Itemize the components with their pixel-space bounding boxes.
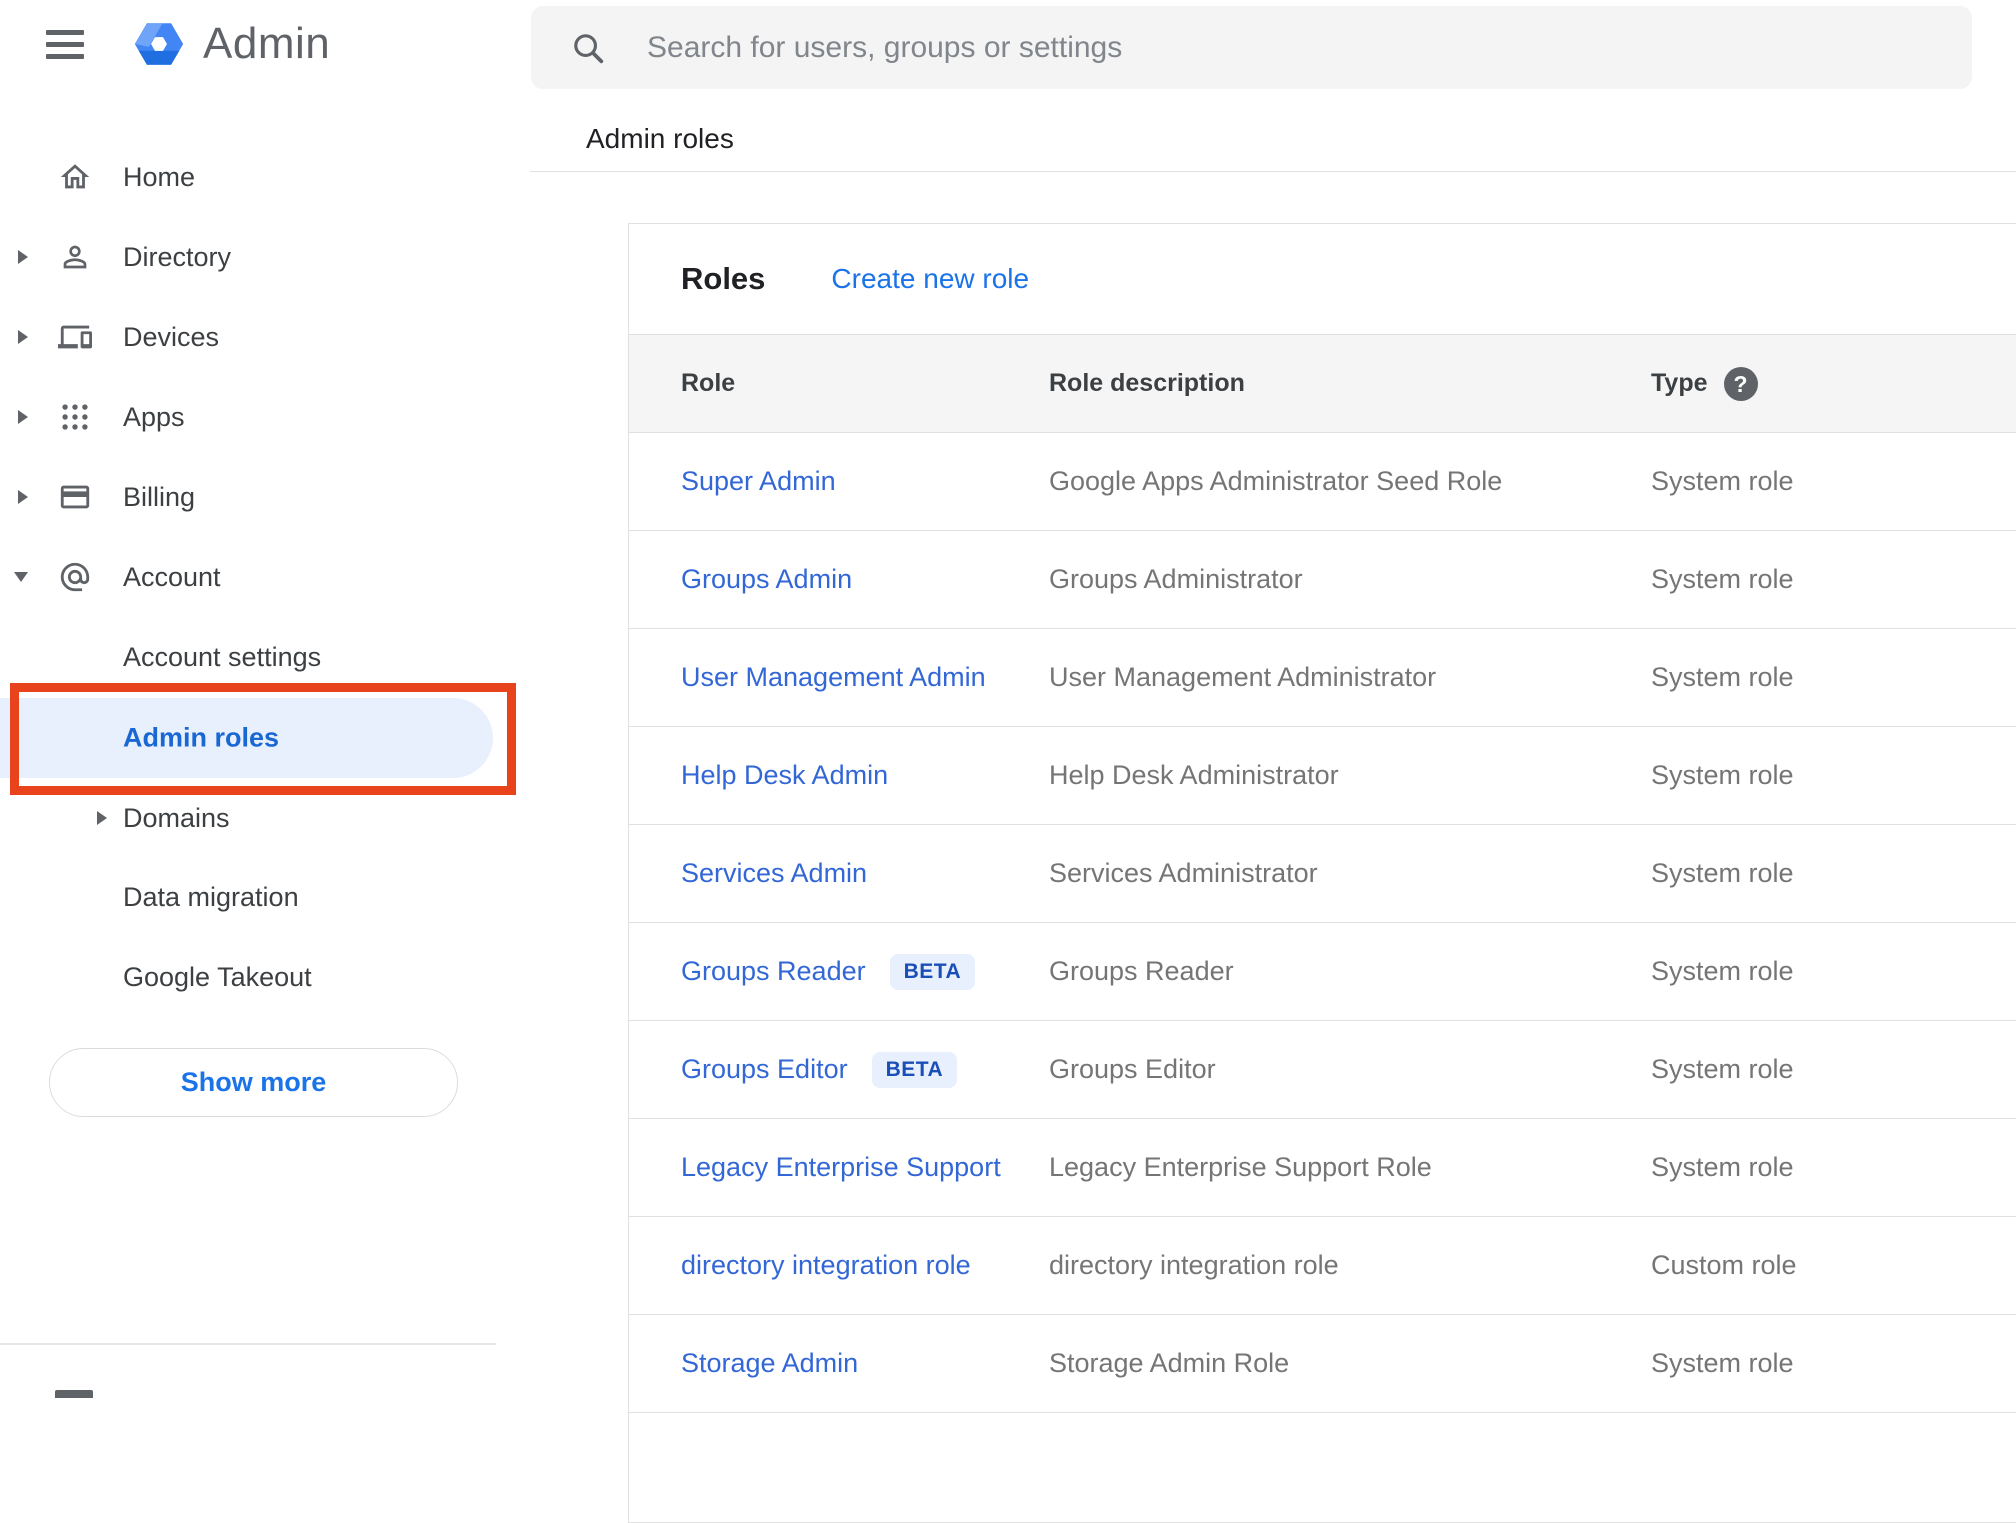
- devices-icon: [58, 320, 92, 354]
- help-icon[interactable]: ?: [1723, 366, 1758, 401]
- expand-arrow-icon[interactable]: [18, 490, 28, 504]
- role-type: System role: [1651, 1152, 1794, 1182]
- sidebar-item-account[interactable]: Account: [0, 537, 530, 617]
- sidebar-item-directory[interactable]: Directory: [0, 217, 530, 297]
- column-header-description: Role description: [1049, 369, 1245, 397]
- table-row: Groups Reader BETA Groups Reader System r…: [629, 923, 2016, 1021]
- role-description: Services Administrator: [1049, 858, 1318, 888]
- role-link[interactable]: directory integration role: [681, 1250, 971, 1280]
- role-description: Groups Administrator: [1049, 564, 1303, 594]
- panel-title: Roles: [681, 261, 766, 296]
- at-sign-icon: [58, 560, 92, 594]
- sidebar-item-label: Google Takeout: [123, 961, 312, 992]
- column-header-role: Role: [681, 369, 736, 397]
- role-type: Custom role: [1651, 1250, 1797, 1280]
- role-link[interactable]: Groups Reader: [681, 956, 866, 986]
- role-type: System role: [1651, 1054, 1794, 1084]
- search-bar[interactable]: [531, 6, 1972, 89]
- table-row: Help Desk Admin Help Desk Administrator …: [629, 727, 2016, 825]
- beta-badge: BETA: [871, 1051, 958, 1088]
- sidebar-item-google-takeout[interactable]: Google Takeout: [0, 937, 530, 1017]
- role-type: System role: [1651, 956, 1794, 986]
- admin-logo-icon: [134, 23, 184, 65]
- sidebar-item-domains[interactable]: Domains: [0, 778, 530, 858]
- sidebar-item-account-settings[interactable]: Account settings: [0, 617, 530, 697]
- table-row: Super Admin Google Apps Administrator Se…: [629, 433, 2016, 531]
- role-type: System role: [1651, 858, 1794, 888]
- search-input[interactable]: [647, 30, 1927, 65]
- table-row: Storage Admin Storage Admin Role System …: [629, 1315, 2016, 1413]
- role-link[interactable]: Legacy Enterprise Support: [681, 1152, 1001, 1182]
- table-row: directory integration role directory int…: [629, 1217, 2016, 1315]
- sidebar-item-label: Admin roles: [123, 722, 280, 753]
- collapse-arrow-icon[interactable]: [14, 572, 28, 582]
- create-new-role-link[interactable]: Create new role: [831, 263, 1029, 295]
- apps-grid-icon: [58, 400, 92, 434]
- sidebar-item-home[interactable]: Home: [0, 137, 530, 217]
- roles-panel-header: Roles Create new role: [629, 224, 2016, 334]
- main-content: Admin roles Roles Create new role Role R…: [530, 0, 2016, 1523]
- role-link[interactable]: Services Admin: [681, 858, 867, 888]
- show-more-button[interactable]: Show more: [49, 1048, 458, 1117]
- sidebar: Admin Home Directory Devices Apps Billin…: [0, 0, 530, 1398]
- role-link[interactable]: Help Desk Admin: [681, 760, 888, 790]
- table-row: Services Admin Services Administrator Sy…: [629, 825, 2016, 923]
- header-divider: [530, 171, 2016, 172]
- sidebar-item-label: Apps: [123, 401, 185, 432]
- role-description: Google Apps Administrator Seed Role: [1049, 466, 1503, 496]
- column-header-type: Type: [1651, 369, 1708, 397]
- breadcrumb: Admin roles: [586, 123, 734, 154]
- role-description: Help Desk Administrator: [1049, 760, 1339, 790]
- table-row: Legacy Enterprise Support Legacy Enterpr…: [629, 1119, 2016, 1217]
- beta-badge: BETA: [889, 953, 976, 990]
- table-row: Groups Admin Groups Administrator System…: [629, 531, 2016, 629]
- role-description: User Management Administrator: [1049, 662, 1437, 692]
- sidebar-item-label: Domains: [123, 802, 230, 833]
- sidebar-item-apps[interactable]: Apps: [0, 377, 530, 457]
- role-type: System role: [1651, 564, 1794, 594]
- role-description: directory integration role: [1049, 1250, 1339, 1280]
- partial-bottom-icon: [55, 1390, 93, 1398]
- sidebar-item-label: Devices: [123, 321, 220, 352]
- sidebar-item-label: Billing: [123, 481, 196, 512]
- role-link[interactable]: Storage Admin: [681, 1348, 858, 1378]
- expand-arrow-icon[interactable]: [97, 811, 107, 825]
- home-icon: [58, 160, 92, 194]
- role-link[interactable]: Super Admin: [681, 466, 836, 496]
- search-icon: [574, 33, 604, 63]
- app-title: Admin: [203, 19, 331, 68]
- role-description: Storage Admin Role: [1049, 1348, 1290, 1378]
- sidebar-divider: [0, 1343, 496, 1345]
- role-link[interactable]: Groups Admin: [681, 564, 852, 594]
- sidebar-item-label: Account settings: [123, 641, 322, 672]
- role-type: System role: [1651, 1348, 1794, 1378]
- sidebar-item-billing[interactable]: Billing: [0, 457, 530, 537]
- expand-arrow-icon[interactable]: [18, 250, 28, 264]
- sidebar-item-data-migration[interactable]: Data migration: [0, 857, 530, 937]
- sidebar-item-devices[interactable]: Devices: [0, 297, 530, 377]
- table-header-row: Role Role description Type ?: [629, 334, 2016, 433]
- sidebar-item-label: Account: [123, 561, 221, 592]
- role-description: Groups Editor: [1049, 1054, 1216, 1084]
- sidebar-item-admin-roles[interactable]: Admin roles: [0, 698, 493, 778]
- person-icon: [58, 240, 92, 274]
- table-row: Groups Editor BETA Groups Editor System r…: [629, 1021, 2016, 1119]
- role-description: Groups Reader: [1049, 956, 1234, 986]
- role-link[interactable]: User Management Admin: [681, 662, 986, 692]
- table-row: User Management Admin User Management Ad…: [629, 629, 2016, 727]
- role-description: Legacy Enterprise Support Role: [1049, 1152, 1432, 1182]
- expand-arrow-icon[interactable]: [18, 410, 28, 424]
- role-type: System role: [1651, 662, 1794, 692]
- sidebar-item-label: Home: [123, 161, 196, 192]
- roles-panel: Roles Create new role Role Role descript…: [628, 223, 2016, 1523]
- role-type: System role: [1651, 466, 1794, 496]
- sidebar-item-label: Directory: [123, 241, 232, 272]
- sidebar-header: Admin: [0, 0, 530, 88]
- sidebar-item-label: Data migration: [123, 881, 299, 912]
- role-link[interactable]: Groups Editor: [681, 1054, 848, 1084]
- menu-icon[interactable]: [46, 23, 84, 66]
- role-type: System role: [1651, 760, 1794, 790]
- expand-arrow-icon[interactable]: [18, 330, 28, 344]
- credit-card-icon: [58, 480, 92, 514]
